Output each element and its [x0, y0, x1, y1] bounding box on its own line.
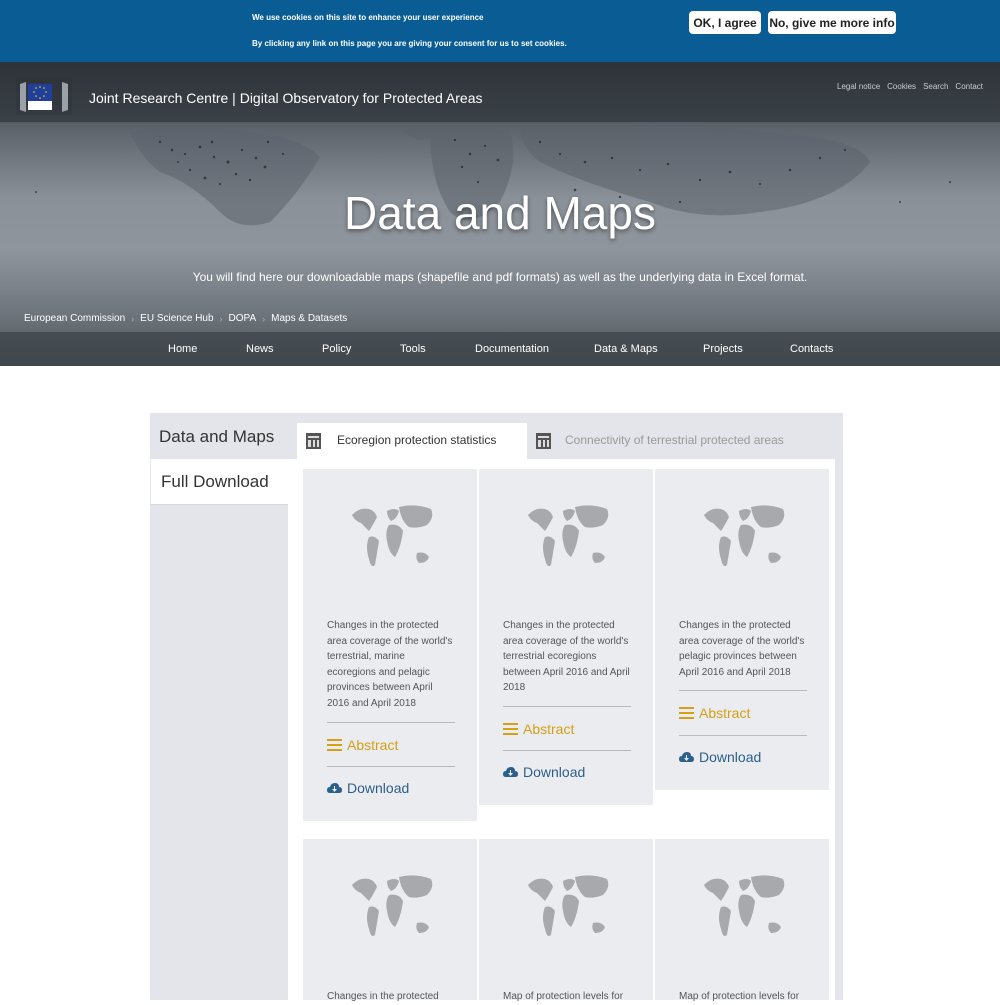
dataset-card: Map of protection levels for: [655, 839, 829, 1002]
world-map-icon: [352, 875, 433, 937]
card-description: Map of protection levels for: [679, 991, 800, 1002]
breadcrumb: European Commission › EU Science Hub › D…: [24, 313, 347, 324]
download-link[interactable]: Download: [327, 780, 409, 796]
card-divider: [327, 722, 455, 723]
hero-banner: Joint Research Centre | Digital Observat…: [0, 62, 1000, 366]
card-divider: [503, 750, 631, 751]
abstract-link[interactable]: Abstract: [327, 737, 398, 753]
card-description: Changes in the protected area coverage o…: [327, 620, 453, 709]
tab-connectivity-terrestrial[interactable]: Connectivity of terrestrial protected ar…: [527, 423, 827, 459]
sidebar-item-full-download[interactable]: Full Download: [150, 459, 288, 505]
card-description: Map of protection levels for: [503, 991, 624, 1002]
cookie-more-info-button[interactable]: No, give me more info: [768, 11, 896, 34]
abstract-label: Abstract: [699, 705, 751, 721]
dataset-card: Changes in the protected area coverage o…: [655, 469, 829, 790]
dataset-card: Changes in the protected area coverage o…: [479, 469, 653, 805]
cloud-download-icon: [327, 783, 342, 793]
abstract-link[interactable]: Abstract: [503, 721, 574, 737]
utility-links: Legal notice Cookies Search Contact: [837, 82, 983, 91]
abstract-label: Abstract: [347, 737, 399, 753]
card-description: Changes in the protected area coverage o…: [503, 620, 630, 694]
world-map-icon: [704, 505, 785, 567]
sidebar: Data and Maps Full Download: [150, 413, 288, 505]
site-title[interactable]: Joint Research Centre | Digital Observat…: [89, 90, 482, 106]
abstract-link[interactable]: Abstract: [679, 705, 750, 721]
folder-icon: [536, 433, 551, 449]
list-icon: [503, 723, 518, 735]
cloud-download-icon: [679, 752, 694, 762]
nav-tools[interactable]: Tools: [400, 343, 426, 355]
cloud-download-icon: [503, 767, 518, 777]
cookie-consent-note: By clicking any link on this page you ar…: [252, 39, 567, 48]
page-title: Data and Maps: [344, 187, 656, 239]
download-link[interactable]: Download: [503, 764, 585, 780]
breadcrumb-separator: ›: [262, 313, 266, 324]
card-divider: [679, 735, 807, 736]
world-map-icon: [704, 875, 785, 937]
card-divider: [327, 766, 455, 767]
sidebar-item-label: Data and Maps: [159, 427, 275, 446]
card-description: Changes in the protected area coverage o…: [679, 620, 805, 678]
world-map-icon: [528, 505, 609, 567]
main-navigation: Home News Policy Tools Documentation Dat…: [0, 332, 1000, 366]
download-label: Download: [347, 780, 410, 796]
download-label: Download: [699, 749, 762, 765]
card-divider: [503, 706, 631, 707]
nav-home[interactable]: Home: [168, 343, 197, 355]
tab-ecoregion-protection-statistics[interactable]: Ecoregion protection statistics: [297, 423, 527, 459]
breadcrumb-item[interactable]: EU Science Hub: [140, 313, 213, 324]
nav-projects[interactable]: Projects: [703, 343, 743, 355]
world-map-icon: [352, 505, 433, 567]
nav-contacts[interactable]: Contacts: [790, 343, 833, 355]
folder-icon: [306, 433, 321, 449]
dataset-card: Changes in the protected: [303, 839, 477, 1002]
cookie-message: We use cookies on this site to enhance y…: [252, 13, 484, 22]
nav-data-maps[interactable]: Data & Maps: [594, 343, 658, 355]
page-subtitle: You will find here our downloadable maps…: [192, 270, 808, 284]
card-divider: [679, 690, 807, 691]
download-link[interactable]: Download: [679, 749, 761, 765]
list-icon: [679, 707, 694, 719]
breadcrumb-item[interactable]: DOPA: [229, 313, 257, 324]
card-description: Changes in the protected: [327, 991, 439, 1002]
cookie-banner: We use cookies on this site to enhance y…: [0, 0, 1000, 62]
dataset-card: Map of protection levels for: [479, 839, 653, 1002]
sidebar-item-data-and-maps[interactable]: Data and Maps: [150, 413, 288, 459]
nav-news[interactable]: News: [246, 343, 274, 355]
abstract-label: Abstract: [523, 721, 575, 737]
breadcrumb-separator: ›: [219, 313, 223, 324]
contact-link[interactable]: Contact: [955, 82, 983, 91]
legal-notice-link[interactable]: Legal notice: [837, 82, 880, 91]
cookie-agree-button[interactable]: OK, I agree: [689, 11, 761, 34]
breadcrumb-item[interactable]: European Commission: [24, 313, 125, 324]
cookies-link[interactable]: Cookies: [887, 82, 916, 91]
tab-label: Ecoregion protection statistics: [337, 433, 497, 447]
dataset-card: Changes in the protected area coverage o…: [303, 469, 477, 821]
breadcrumb-item[interactable]: Maps & Datasets: [271, 313, 347, 324]
european-commission-logo[interactable]: [16, 78, 72, 115]
site-header: Joint Research Centre | Digital Observat…: [0, 62, 1000, 123]
list-icon: [327, 739, 342, 751]
nav-documentation[interactable]: Documentation: [475, 343, 549, 355]
search-link[interactable]: Search: [923, 82, 948, 91]
sidebar-item-label: Full Download: [161, 472, 269, 491]
breadcrumb-separator: ›: [131, 313, 135, 324]
nav-policy[interactable]: Policy: [322, 343, 351, 355]
world-map-icon: [528, 875, 609, 937]
tab-label: Connectivity of terrestrial protected ar…: [565, 433, 784, 447]
download-label: Download: [523, 764, 586, 780]
